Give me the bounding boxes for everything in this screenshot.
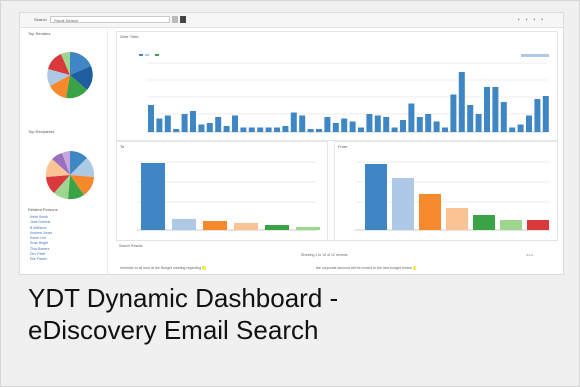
volume-bar bbox=[341, 118, 348, 132]
volume-over-time-panel: Over Time bbox=[116, 31, 558, 141]
volume-bar bbox=[400, 120, 406, 132]
volume-bar bbox=[467, 105, 474, 132]
volume-bar bbox=[542, 96, 549, 132]
to-chart-panel: To bbox=[116, 141, 328, 241]
results-count: Showing 1 to 10 of 12 records bbox=[301, 253, 348, 257]
volume-bar bbox=[475, 114, 482, 132]
volume-bar bbox=[517, 124, 524, 132]
card-caption[interactable]: YDT Dynamic Dashboard - eDiscovery Email… bbox=[28, 282, 558, 346]
panel-title: To bbox=[120, 144, 125, 149]
pagination-controls[interactable]: ◂ ▸ ▸ bbox=[526, 253, 533, 257]
table-row[interactable]: the corporate account will be moved to t… bbox=[316, 266, 416, 270]
dashboard-card[interactable]: Search Fiscal Search ▪▪▪▪ Top Senders To… bbox=[0, 0, 580, 387]
volume-bar bbox=[383, 117, 390, 132]
caption-line-1: YDT Dynamic Dashboard - bbox=[28, 283, 339, 313]
volume-bar bbox=[484, 87, 490, 132]
from-chart-panel: From bbox=[334, 141, 558, 241]
toolbar-icons[interactable]: ▪▪▪▪ bbox=[518, 17, 549, 23]
volume-bar bbox=[173, 129, 180, 132]
volume-bar bbox=[316, 129, 322, 132]
volume-bar bbox=[282, 126, 289, 132]
to-bar-chart bbox=[137, 161, 320, 231]
volume-bar bbox=[408, 103, 415, 132]
volume-bar bbox=[509, 127, 516, 132]
volume-bar bbox=[265, 127, 272, 132]
volume-bar bbox=[332, 123, 339, 132]
volume-bar bbox=[206, 123, 213, 132]
volume-bar bbox=[358, 127, 364, 132]
related-list-title: Related Persons bbox=[28, 207, 58, 212]
volume-bar bbox=[190, 111, 196, 132]
volume-bar bbox=[425, 114, 432, 132]
volume-bar bbox=[500, 102, 507, 132]
volume-bar bbox=[164, 115, 171, 132]
volume-bar bbox=[492, 87, 499, 132]
volume-bar bbox=[374, 115, 381, 132]
volume-bar bbox=[307, 129, 314, 132]
pie2-title: Top Recipients bbox=[28, 129, 55, 134]
volume-bar bbox=[324, 117, 331, 132]
dashboard-thumbnail[interactable]: Search Fiscal Search ▪▪▪▪ Top Senders To… bbox=[19, 12, 564, 275]
volume-bar bbox=[257, 127, 264, 132]
volume-bar bbox=[442, 127, 448, 132]
caption-line-2: eDiscovery Email Search bbox=[28, 315, 319, 345]
related-persons-list: Keith Smith Jane Daniels B Williams Andr… bbox=[30, 215, 90, 263]
panel-title: From bbox=[338, 144, 348, 149]
panel-title: Over Time bbox=[120, 34, 139, 39]
senders-pie-chart bbox=[47, 52, 93, 99]
volume-bar bbox=[526, 115, 532, 132]
recipients-pie-chart bbox=[45, 150, 95, 200]
volume-bar bbox=[534, 99, 541, 132]
volume-bar bbox=[232, 115, 238, 132]
volume-bar-chart bbox=[139, 54, 549, 133]
results-title: Search Results bbox=[119, 244, 143, 248]
list-item[interactable]: Elle Parker bbox=[30, 257, 90, 262]
volume-bar bbox=[181, 114, 188, 132]
volume-bar bbox=[416, 117, 423, 132]
volume-bar bbox=[299, 115, 306, 132]
volume-bar bbox=[223, 126, 230, 132]
table-row[interactable]: reminder to all from at the Budget meeti… bbox=[120, 266, 207, 270]
volume-bar bbox=[450, 94, 457, 132]
volume-bar bbox=[349, 121, 356, 132]
search-select[interactable]: Fiscal Search bbox=[50, 16, 170, 23]
search-results-section: Search Results Showing 1 to 10 of 12 rec… bbox=[116, 240, 556, 274]
volume-bar bbox=[156, 118, 163, 132]
dashboard-toolbar: Search Fiscal Search ▪▪▪▪ bbox=[20, 13, 563, 28]
toolbar-button[interactable] bbox=[172, 16, 178, 23]
toolbar-button-dark[interactable] bbox=[180, 16, 186, 23]
volume-bar bbox=[433, 121, 440, 132]
volume-bar bbox=[240, 127, 247, 132]
toolbar-label: Search bbox=[34, 17, 47, 22]
volume-bar bbox=[215, 117, 222, 132]
volume-bar bbox=[458, 72, 465, 132]
volume-bar bbox=[274, 127, 280, 132]
volume-bar bbox=[391, 127, 398, 132]
volume-bar bbox=[290, 112, 297, 132]
volume-bar bbox=[148, 105, 154, 132]
pie1-title: Top Senders bbox=[28, 31, 51, 36]
from-bar-chart bbox=[355, 161, 550, 231]
volume-bar bbox=[198, 124, 205, 132]
volume-bar bbox=[248, 127, 255, 132]
volume-bar bbox=[366, 114, 373, 132]
dashboard-sidebar: Top Senders Top Recipients Related Perso… bbox=[24, 29, 108, 274]
